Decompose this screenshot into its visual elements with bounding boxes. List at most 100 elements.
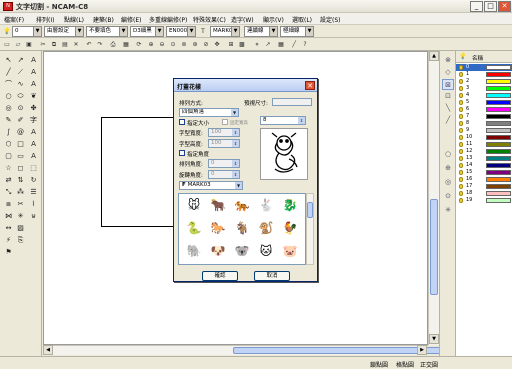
layer-row[interactable]: 0 bbox=[456, 64, 512, 71]
bulb-icon[interactable] bbox=[459, 170, 463, 175]
redo-icon[interactable]: ↷ bbox=[95, 40, 105, 49]
font-height-input[interactable]: 100 ⇕ bbox=[208, 139, 240, 148]
horizontal-scroll-thumb[interactable] bbox=[233, 347, 441, 354]
dialog-close-button[interactable]: ✕ bbox=[305, 81, 315, 90]
new-file-icon[interactable]: ▭ bbox=[2, 40, 12, 49]
pattern-icon[interactable]: ✤ bbox=[28, 103, 39, 113]
bulb-icon[interactable] bbox=[459, 156, 463, 161]
redraw-icon[interactable]: ⟳ bbox=[134, 40, 144, 49]
snap-grid-icon[interactable]: ⊙ bbox=[442, 191, 454, 202]
layer-color-swatch[interactable] bbox=[486, 100, 511, 105]
table-icon[interactable]: ▦ bbox=[276, 40, 286, 49]
layer-color-swatch[interactable] bbox=[486, 142, 511, 147]
preview-spin-box[interactable]: 8 ⇕ bbox=[260, 116, 306, 125]
stamp-icon[interactable]: ❦ bbox=[28, 91, 39, 101]
layer-row[interactable]: 9 bbox=[456, 127, 512, 134]
menu-select[interactable]: 選取(L) bbox=[292, 15, 312, 24]
rounded-rect-icon[interactable]: ▢ bbox=[3, 151, 14, 161]
fill-combo[interactable]: 不要填色 ▼ bbox=[86, 26, 128, 37]
layer-row[interactable]: 11 bbox=[456, 141, 512, 148]
ortho-status[interactable]: 正交圓 bbox=[420, 360, 438, 369]
pattern-cell[interactable]: 🐓 bbox=[281, 220, 299, 237]
scroll-left-icon[interactable]: ◀ bbox=[43, 345, 53, 355]
arc-icon[interactable]: ⌒ bbox=[3, 79, 14, 89]
layer-color-swatch[interactable] bbox=[486, 163, 511, 168]
pattern-cell[interactable]: 🐶 bbox=[209, 243, 227, 260]
bulb-icon[interactable] bbox=[459, 114, 463, 119]
scroll-up-icon[interactable]: ▲ bbox=[429, 51, 439, 61]
delete-icon[interactable]: ✕ bbox=[71, 40, 81, 49]
layer-row[interactable]: 15 bbox=[456, 169, 512, 176]
layer-combo[interactable]: 0 ▼ bbox=[12, 26, 42, 37]
layer-row[interactable]: 5 bbox=[456, 99, 512, 106]
donut-icon[interactable]: ⊙ bbox=[15, 103, 26, 113]
layer-color-swatch[interactable] bbox=[486, 170, 511, 175]
menu-arrange[interactable]: 排列(I) bbox=[36, 15, 54, 24]
ellipse-icon[interactable]: ⬭ bbox=[15, 91, 26, 101]
offset-icon[interactable]: ⧈ bbox=[3, 199, 14, 209]
bulb-icon[interactable] bbox=[459, 149, 463, 154]
snap-intersect-icon[interactable]: ◎ bbox=[442, 177, 454, 188]
layer-color-swatch[interactable] bbox=[486, 198, 511, 203]
bulb-icon[interactable] bbox=[459, 163, 463, 168]
pattern-cell[interactable]: 🐅 bbox=[233, 197, 251, 214]
pattern-cell[interactable]: 🐂 bbox=[209, 197, 227, 214]
menu-effects[interactable]: 特殊效果(C) bbox=[193, 15, 226, 24]
layer-row[interactable]: 8 bbox=[456, 120, 512, 127]
dialog-title-bar[interactable]: 打蓋花樣 ✕ bbox=[174, 79, 317, 92]
pointer-icon[interactable]: ↖ bbox=[3, 55, 14, 65]
font-combo-1[interactable]: D3細黑 ▼ bbox=[130, 26, 164, 37]
break-icon[interactable]: ⌇ bbox=[28, 199, 39, 209]
star-icon[interactable]: ☆ bbox=[3, 163, 14, 173]
font-combo-2[interactable]: EN0001 ▼ bbox=[166, 26, 196, 37]
copy-icon[interactable]: ⧉ bbox=[49, 40, 59, 49]
zoom-out-icon[interactable]: ⊖ bbox=[157, 40, 167, 49]
close-button[interactable]: ✕ bbox=[498, 1, 511, 12]
layer-color-swatch[interactable] bbox=[486, 149, 511, 154]
scale-icon[interactable]: ⤡ bbox=[3, 187, 14, 197]
bulb-icon[interactable] bbox=[459, 93, 463, 98]
snap-quad-icon[interactable]: ⊕ bbox=[442, 163, 454, 174]
snap-tangent-icon[interactable]: ╲ bbox=[442, 103, 454, 114]
layer-row[interactable]: 14 bbox=[456, 162, 512, 169]
join-icon[interactable]: ⋈ bbox=[3, 211, 14, 221]
layer-color-swatch[interactable] bbox=[486, 79, 511, 84]
layer-row[interactable]: 17 bbox=[456, 183, 512, 190]
drawn-rectangle[interactable] bbox=[101, 117, 177, 227]
text-fit-icon[interactable]: A bbox=[28, 151, 39, 161]
fix-angle-checkbox[interactable] bbox=[179, 150, 185, 156]
pattern-cell[interactable]: 🐉 bbox=[281, 197, 299, 214]
help-icon[interactable]: ? bbox=[300, 40, 310, 49]
cut-icon[interactable]: ✂ bbox=[38, 40, 48, 49]
menu-view[interactable]: 顯示(V) bbox=[263, 15, 284, 24]
menu-file[interactable]: 檔案(F) bbox=[4, 15, 24, 24]
layer-row[interactable]: 12 bbox=[456, 148, 512, 155]
vertical-scrollbar[interactable]: ▲ ▼ bbox=[428, 51, 439, 345]
ok-button[interactable]: 確認 bbox=[202, 271, 238, 281]
layer-color-swatch[interactable] bbox=[486, 121, 511, 126]
layer-color-swatch[interactable] bbox=[486, 114, 511, 119]
polyline-icon[interactable]: ⟋ bbox=[15, 67, 26, 77]
preview-size-slider[interactable] bbox=[272, 98, 312, 106]
snap-center-icon[interactable]: ⊠ bbox=[442, 79, 454, 90]
pan-icon[interactable]: ✥ bbox=[212, 40, 222, 49]
pattern-cell[interactable]: 🐇 bbox=[257, 197, 275, 214]
rotate-angle-input[interactable]: 0 ⇕ bbox=[208, 170, 240, 179]
polygon-icon[interactable]: ⬡ bbox=[3, 139, 14, 149]
bulb-icon[interactable] bbox=[459, 142, 463, 147]
bulb-icon[interactable] bbox=[459, 135, 463, 140]
bulb-icon[interactable] bbox=[459, 65, 463, 70]
cancel-button[interactable]: 取消 bbox=[254, 271, 290, 281]
layer-row[interactable]: 16 bbox=[456, 176, 512, 183]
flip-icon[interactable]: ⇅ bbox=[15, 175, 26, 185]
layer-color-swatch[interactable] bbox=[486, 156, 511, 161]
dimension-icon[interactable]: ↔ bbox=[3, 223, 14, 233]
square-icon[interactable]: ◻ bbox=[15, 163, 26, 173]
scroll-right-icon[interactable]: ▶ bbox=[417, 345, 427, 355]
layer-row[interactable]: 2 bbox=[456, 78, 512, 85]
snap-perp-icon[interactable]: ⊡ bbox=[442, 91, 454, 102]
text-frame-icon[interactable]: A bbox=[28, 127, 39, 137]
snap-end-icon[interactable]: ⊗ bbox=[442, 55, 454, 66]
brush-icon[interactable]: ✐ bbox=[15, 115, 26, 125]
target-icon[interactable]: ◎ bbox=[3, 103, 14, 113]
